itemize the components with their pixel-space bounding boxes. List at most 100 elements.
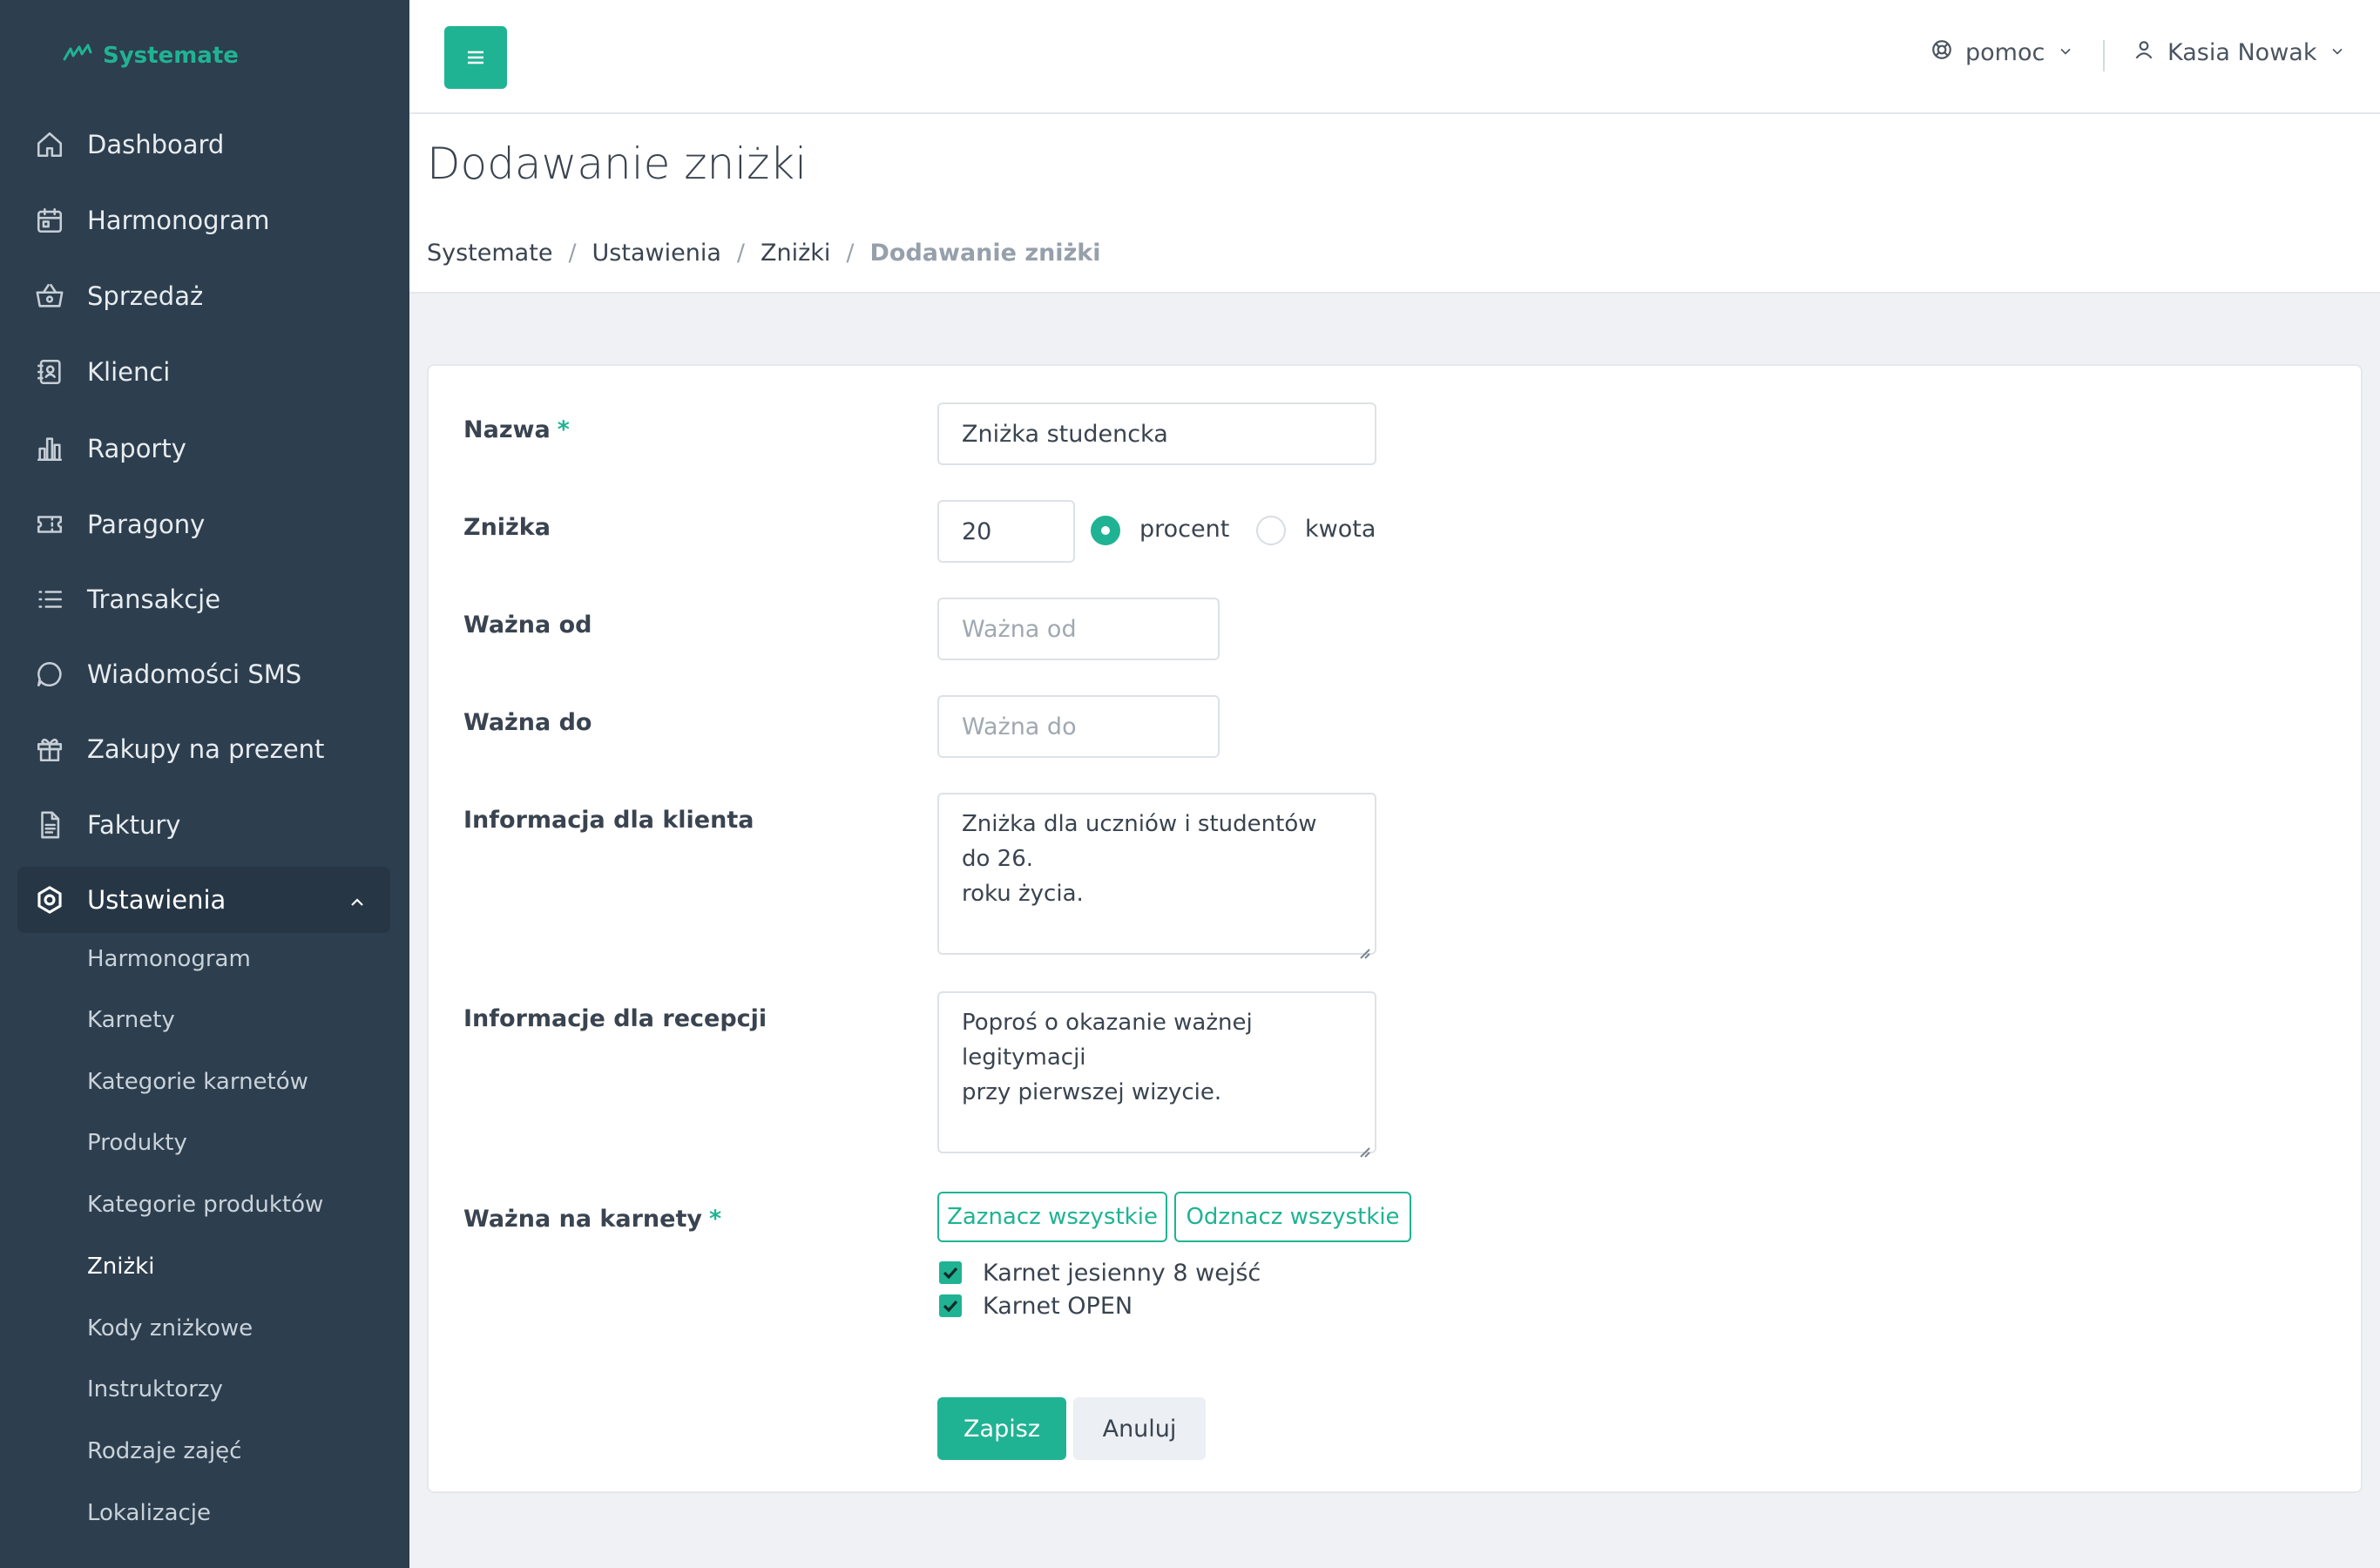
app-logo[interactable]: Systemate bbox=[63, 42, 239, 69]
sidebar-item-wiadomosci-sms[interactable]: Wiadomości SMS bbox=[17, 641, 390, 707]
settings-icon bbox=[35, 885, 64, 915]
resize-handle-icon[interactable] bbox=[1357, 936, 1371, 959]
sidebar-item-label: Ustawienia bbox=[87, 885, 227, 915]
sidebar-item-zakupy-na-prezent[interactable]: Zakupy na prezent bbox=[17, 716, 390, 782]
valid-from-label: Ważna od bbox=[463, 612, 592, 639]
sidebar-item-label: Wiadomości SMS bbox=[87, 659, 302, 689]
reception-info-textarea[interactable]: Poproś o okazanie ważnej legitymacji prz… bbox=[937, 991, 1376, 1158]
gift-icon bbox=[35, 734, 64, 764]
resize-handle-icon[interactable] bbox=[1357, 1134, 1371, 1158]
sidebar-item-label: Sprzedaż bbox=[87, 281, 204, 311]
sidebar-item-klienci[interactable]: Klienci bbox=[17, 339, 390, 405]
textarea-line: przy pierwszej wizycie. bbox=[962, 1079, 1222, 1105]
sidebar-subitem-instruktorzy[interactable]: Instruktorzy bbox=[87, 1376, 223, 1402]
user-name: Kasia Nowak bbox=[2167, 39, 2317, 66]
sidebar-item-label: Zakupy na prezent bbox=[87, 734, 325, 764]
radio-percent[interactable] bbox=[1091, 516, 1120, 545]
sidebar-subitem-rodzaje-zajec[interactable]: Rodzaje zajęć bbox=[87, 1438, 241, 1464]
page-header: Dodawanie zniżki Systemate / Ustawienia … bbox=[409, 114, 2380, 294]
breadcrumb-separator: / bbox=[568, 240, 577, 267]
breadcrumb-item[interactable]: Systemate bbox=[427, 240, 552, 267]
help-menu[interactable]: pomoc bbox=[1930, 38, 2074, 67]
home-icon bbox=[35, 130, 64, 159]
sidebar-item-label: Transakcje bbox=[87, 585, 221, 614]
sidebar-item-harmonogram[interactable]: Harmonogram bbox=[17, 187, 390, 253]
document-icon bbox=[35, 810, 64, 840]
logo-icon bbox=[63, 42, 94, 69]
ticket-icon bbox=[35, 510, 64, 539]
sidebar-subitem-kategorie-produktow[interactable]: Kategorie produktów bbox=[87, 1192, 323, 1218]
required-mark: * bbox=[708, 1206, 722, 1233]
logo-text: Systemate bbox=[103, 42, 239, 69]
radio-percent-label[interactable]: procent bbox=[1139, 516, 1229, 543]
sidebar: Systemate Dashboard Harmonogram Sprzedaż… bbox=[0, 0, 409, 1568]
discount-label: Zniżka bbox=[463, 514, 551, 541]
sidebar-item-transakcje[interactable]: Transakcje bbox=[17, 566, 390, 632]
sidebar-subitem-znizki[interactable]: Zniżki bbox=[87, 1254, 154, 1280]
sidebar-subitem-karnety[interactable]: Karnety bbox=[87, 1007, 175, 1033]
chevron-up-icon[interactable] bbox=[347, 889, 368, 910]
contacts-icon bbox=[35, 357, 64, 387]
sidebar-subitem-harmonogram[interactable]: Harmonogram bbox=[87, 946, 251, 972]
breadcrumb-item[interactable]: Ustawienia bbox=[592, 240, 721, 267]
discount-value-input[interactable]: 20 bbox=[937, 500, 1075, 563]
sidebar-item-label: Harmonogram bbox=[87, 206, 270, 235]
cancel-button[interactable]: Anuluj bbox=[1073, 1397, 1206, 1460]
client-info-textarea[interactable]: Zniżka dla uczniów i studentów do 26. ro… bbox=[937, 793, 1376, 959]
breadcrumb-separator: / bbox=[736, 240, 745, 267]
sidebar-item-label: Klienci bbox=[87, 357, 171, 387]
valid-to-input[interactable]: Ważna do bbox=[937, 695, 1220, 758]
sidebar-item-label: Dashboard bbox=[87, 130, 225, 159]
deselect-all-button[interactable]: Odznacz wszystkie bbox=[1174, 1192, 1411, 1242]
user-icon bbox=[2133, 38, 2155, 67]
sidebar-item-ustawienia[interactable]: Ustawienia bbox=[17, 867, 390, 933]
sidebar-subitem-produkty[interactable]: Produkty bbox=[87, 1130, 187, 1156]
pass-checkbox-label[interactable]: Karnet OPEN bbox=[983, 1293, 1133, 1320]
pass-checkbox-label[interactable]: Karnet jesienny 8 wejść bbox=[983, 1260, 1261, 1287]
name-input[interactable]: Zniżka studencka bbox=[937, 402, 1376, 465]
divider bbox=[2103, 40, 2105, 71]
textarea-line: Poproś o okazanie ważnej legitymacji bbox=[962, 1010, 1253, 1071]
sidebar-item-paragony[interactable]: Paragony bbox=[17, 491, 390, 558]
sidebar-item-dashboard[interactable]: Dashboard bbox=[17, 112, 390, 178]
valid-to-label: Ważna do bbox=[463, 709, 592, 736]
select-all-button[interactable]: Zaznacz wszystkie bbox=[937, 1192, 1167, 1242]
name-label-text: Nazwa bbox=[463, 416, 551, 443]
save-button[interactable]: Zapisz bbox=[937, 1397, 1066, 1460]
sidebar-subitem-lokalizacje[interactable]: Lokalizacje bbox=[87, 1500, 211, 1526]
textarea-line: roku życia. bbox=[962, 881, 1084, 907]
topbar: pomoc Kasia Nowak bbox=[409, 0, 2380, 114]
chevron-down-icon bbox=[2329, 39, 2346, 66]
check-icon bbox=[943, 1300, 958, 1313]
hamburger-icon bbox=[468, 51, 483, 64]
breadcrumb-item[interactable]: Zniżki bbox=[761, 240, 830, 267]
help-label: pomoc bbox=[1965, 39, 2045, 66]
sidebar-item-sprzedaz[interactable]: Sprzedaż bbox=[17, 263, 390, 329]
sidebar-item-label: Faktury bbox=[87, 810, 181, 840]
required-mark: * bbox=[557, 416, 570, 443]
calendar-icon bbox=[35, 206, 64, 235]
menu-toggle-button[interactable] bbox=[444, 26, 507, 89]
check-icon bbox=[943, 1267, 958, 1280]
sidebar-item-faktury[interactable]: Faktury bbox=[17, 792, 390, 858]
sidebar-item-raporty[interactable]: Raporty bbox=[17, 416, 390, 482]
textarea-line: Zniżka dla uczniów i studentów do 26. bbox=[962, 811, 1317, 872]
passes-label-text: Ważna na karnety bbox=[463, 1206, 702, 1233]
valid-from-input[interactable]: Ważna od bbox=[937, 598, 1220, 660]
user-menu[interactable]: Kasia Nowak bbox=[2133, 38, 2346, 67]
radio-amount[interactable] bbox=[1256, 516, 1286, 545]
breadcrumb-current: Dodawanie zniżki bbox=[869, 240, 1101, 267]
page-title: Dodawanie zniżki bbox=[427, 139, 808, 189]
bar-chart-icon bbox=[35, 434, 64, 463]
sidebar-subitem-kody-znizkowe[interactable]: Kody zniżkowe bbox=[87, 1315, 253, 1342]
sidebar-subitem-kategorie-karnetow[interactable]: Kategorie karnetów bbox=[87, 1069, 308, 1095]
reception-info-label: Informacje dla recepcji bbox=[463, 1005, 767, 1032]
pass-checkbox[interactable] bbox=[939, 1261, 962, 1284]
discount-form: Nazwa * Zniżka studencka Zniżka 20 procen… bbox=[427, 364, 2363, 1493]
sidebar-item-label: Paragony bbox=[87, 510, 206, 539]
lifebuoy-icon bbox=[1930, 38, 1953, 67]
radio-amount-label[interactable]: kwota bbox=[1305, 516, 1376, 543]
list-icon bbox=[35, 585, 64, 614]
pass-checkbox[interactable] bbox=[939, 1294, 962, 1317]
breadcrumb: Systemate / Ustawienia / Zniżki / Dodawa… bbox=[427, 240, 1101, 267]
